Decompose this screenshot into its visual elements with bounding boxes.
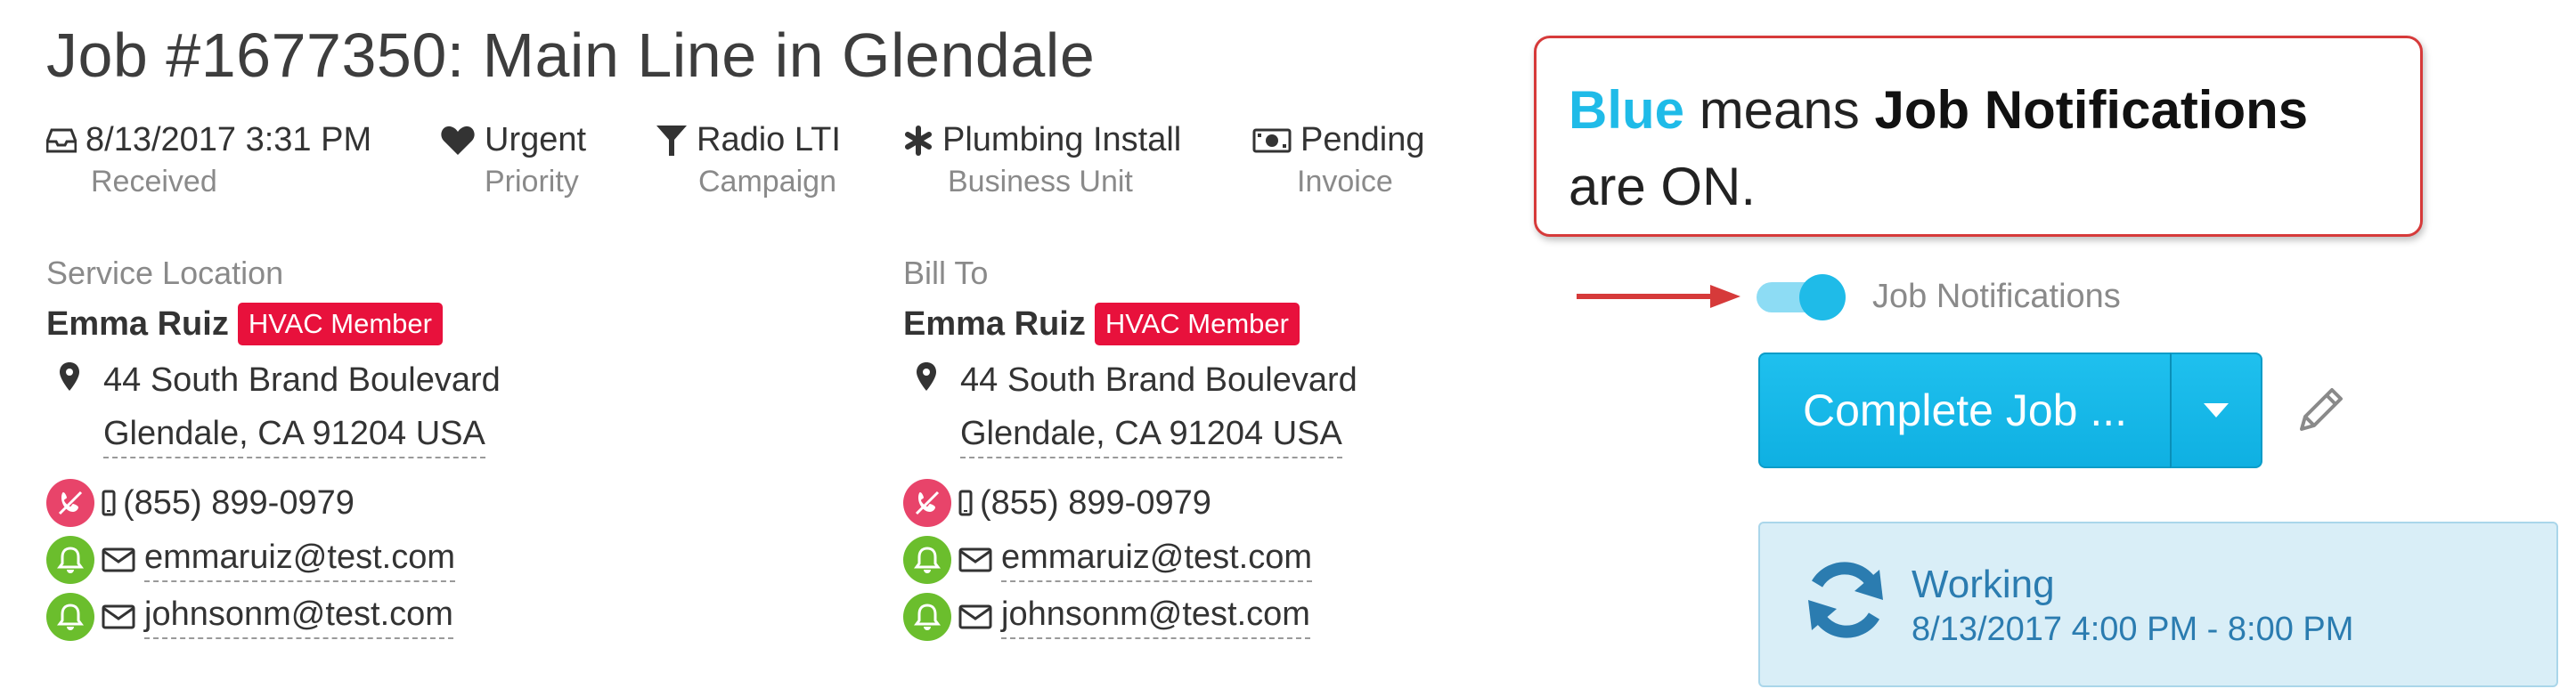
bill-address-line1: 44 South Brand Boulevard (960, 361, 1357, 399)
bell-icon[interactable] (903, 593, 951, 641)
campaign-label: Campaign (698, 165, 836, 199)
bill-email-2[interactable]: johnsonm@test.com (1001, 596, 1310, 639)
job-notifications-label: Job Notifications (1872, 278, 2121, 315)
service-address-line1: 44 South Brand Boulevard (103, 361, 501, 399)
meta-business-unit: Plumbing Install Business Unit (903, 121, 1181, 199)
status-title: Working (1912, 563, 2055, 606)
meta-campaign: Radio LTI Campaign (656, 121, 841, 199)
business-unit-value: Plumbing Install (942, 121, 1182, 158)
bill-email-row-2: johnsonm@test.com (903, 593, 1310, 641)
invoice-label: Invoice (1297, 165, 1393, 199)
service-location-heading: Service Location (46, 255, 284, 291)
job-notifications-toggle[interactable] (1757, 274, 1846, 320)
meta-priority: Urgent Priority (440, 121, 586, 199)
complete-job-dropdown-button[interactable] (2170, 353, 2262, 468)
campaign-value: Radio LTI (697, 121, 841, 158)
bill-customer-name: Emma Ruiz HVAC Member (903, 303, 1300, 345)
service-email-2[interactable]: johnsonm@test.com (144, 596, 453, 639)
do-not-call-icon[interactable] (46, 479, 94, 527)
service-customer-name-text[interactable]: Emma Ruiz (46, 305, 229, 344)
hvac-member-badge: HVAC Member (237, 303, 443, 345)
service-email-row-2: johnsonm@test.com (46, 593, 453, 641)
mobile-phone-icon (102, 490, 116, 516)
received-value: 8/13/2017 3:31 PM (86, 121, 372, 158)
invoice-value: Pending (1300, 121, 1425, 158)
service-phone[interactable]: (855) 899-0979 (123, 484, 355, 523)
service-customer-name: Emma Ruiz HVAC Member (46, 303, 443, 345)
envelope-icon (102, 547, 135, 572)
page-title: Job #1677350: Main Line in Glendale (46, 20, 1096, 90)
bill-email-1[interactable]: emmaruiz@test.com (1001, 539, 1312, 582)
bill-customer-name-text[interactable]: Emma Ruiz (903, 305, 1086, 344)
mobile-phone-icon (958, 490, 973, 516)
bell-icon[interactable] (46, 593, 94, 641)
priority-value: Urgent (485, 121, 587, 158)
inbox-icon (46, 128, 77, 152)
bill-address-line2[interactable]: Glendale, CA 91204 USA (960, 415, 1342, 458)
meta-received: 8/13/2017 3:31 PM Received (46, 121, 371, 199)
received-label: Received (91, 165, 217, 199)
complete-job-button[interactable]: Complete Job ... (1758, 353, 2172, 468)
asterisk-icon (905, 125, 932, 156)
money-icon (1252, 128, 1292, 152)
refresh-icon (1808, 562, 1883, 638)
service-phone-row: (855) 899-0979 (46, 479, 355, 527)
business-unit-label: Business Unit (948, 165, 1133, 199)
hvac-member-badge: HVAC Member (1094, 303, 1300, 345)
annotation-callout: Blue means Job Notifications are ON. (1534, 36, 2423, 237)
toggle-knob (1799, 274, 1846, 320)
bill-to-heading: Bill To (903, 255, 989, 291)
status-time-range: 8/13/2017 4:00 PM - 8:00 PM (1912, 611, 2354, 648)
bill-phone[interactable]: (855) 899-0979 (980, 484, 1211, 523)
envelope-icon (102, 604, 135, 629)
heart-icon (441, 126, 475, 155)
service-email-row-1: emmaruiz@test.com (46, 536, 455, 584)
do-not-call-icon[interactable] (903, 479, 951, 527)
funnel-icon (656, 125, 687, 156)
callout-rest: are ON. (1569, 157, 1757, 216)
caret-down-icon (2204, 403, 2229, 417)
map-pin-icon (60, 362, 79, 391)
service-address-line2[interactable]: Glendale, CA 91204 USA (103, 415, 485, 458)
priority-label: Priority (485, 165, 579, 199)
bell-icon[interactable] (46, 536, 94, 584)
bell-icon[interactable] (903, 536, 951, 584)
callout-bold: Job Notifications (1874, 80, 2309, 140)
bill-phone-row: (855) 899-0979 (903, 479, 1211, 527)
callout-blue-word: Blue (1569, 80, 1685, 140)
callout-means: means (1684, 80, 1875, 140)
service-email-1[interactable]: emmaruiz@test.com (144, 539, 455, 582)
arrow-icon (1577, 285, 1740, 308)
meta-invoice: Pending Invoice (1252, 121, 1424, 199)
pencil-icon[interactable] (2296, 385, 2346, 434)
map-pin-icon (917, 362, 936, 391)
envelope-icon (958, 547, 992, 572)
envelope-icon (958, 604, 992, 629)
bill-email-row-1: emmaruiz@test.com (903, 536, 1312, 584)
